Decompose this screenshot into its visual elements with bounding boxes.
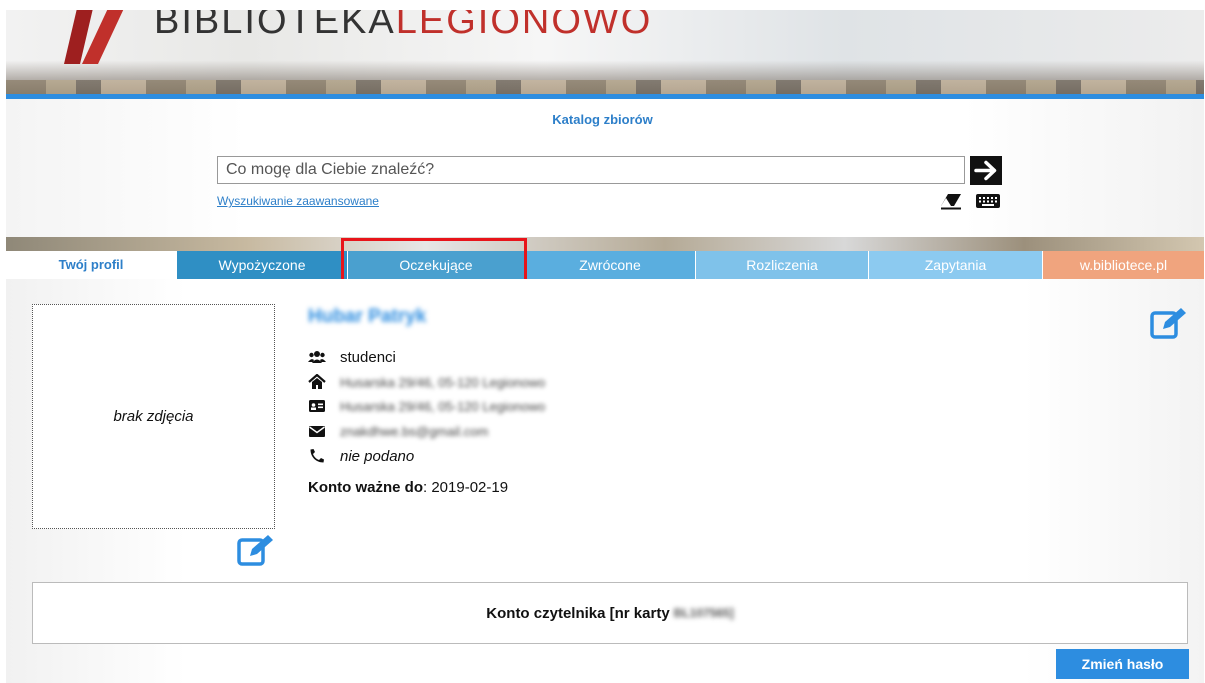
reader-account-box: Konto czytelnika [nr karty BL107565]: [32, 582, 1188, 644]
user-group: studenci: [340, 348, 396, 366]
users-icon: [308, 351, 326, 363]
search-submit-button[interactable]: [970, 156, 1002, 185]
advanced-search-link[interactable]: Wyszukiwanie zaawansowane: [217, 194, 379, 208]
user-phone: nie podano: [340, 447, 415, 465]
arrow-right-icon: [974, 160, 997, 181]
tab-settlements[interactable]: Rozliczenia: [696, 251, 868, 279]
user-email: znakdhwe.bs@gmail.com: [340, 423, 489, 439]
info-row-group: studenci: [308, 347, 396, 367]
header-banner: BIBLIOTEKALEGIONOWO: [6, 10, 1204, 94]
eraser-icon[interactable]: [939, 192, 963, 210]
library-logo-icon: [64, 10, 124, 64]
phone-icon: [310, 449, 324, 463]
envelope-icon: [309, 426, 325, 437]
account-valid-until: Konto ważne do: 2019-02-19: [308, 479, 509, 496]
edit-photo-icon[interactable]: [237, 534, 275, 566]
decorative-strip: [6, 237, 1204, 251]
info-row-address: Husarska 29/46, 05-120 Legionowo: [308, 372, 545, 392]
card-number: BL107565]: [673, 606, 734, 620]
tab-inquiries[interactable]: Zapytania: [869, 251, 1042, 279]
tab-profile[interactable]: Twój profil: [6, 251, 176, 279]
user-name: Hubar Patryk: [308, 306, 427, 327]
tab-pending[interactable]: Oczekujące: [348, 251, 524, 279]
change-password-button[interactable]: Zmień hasło: [1056, 649, 1189, 679]
reader-account-label: Konto czytelnika [nr karty: [486, 604, 670, 622]
id-card-icon: [309, 400, 325, 412]
tab-wbiblioteka[interactable]: w.bibliotece.pl: [1043, 251, 1204, 279]
info-row-phone: nie podano: [308, 446, 414, 466]
library-logo-text: BIBLIOTEKALEGIONOWO: [154, 10, 653, 42]
keyboard-icon[interactable]: [975, 193, 1001, 209]
profile-photo-placeholder: brak zdjęcia: [32, 304, 275, 529]
edit-profile-icon[interactable]: [1150, 307, 1188, 339]
catalog-title: Katalog zbiorów: [552, 112, 653, 127]
search-input[interactable]: [217, 156, 965, 184]
no-photo-label: brak zdjęcia: [113, 408, 194, 425]
user-correspondence-address: Husarska 29/46, 05-120 Legionowo: [340, 398, 546, 414]
profile-tabs: Twój profil Wypożyczone Oczekujące Zwróc…: [6, 251, 1204, 279]
info-row-email: znakdhwe.bs@gmail.com: [308, 421, 488, 441]
tab-borrowed[interactable]: Wypożyczone: [177, 251, 347, 279]
tab-returned[interactable]: Zwrócone: [525, 251, 695, 279]
user-address: Husarska 29/46, 05-120 Legionowo: [340, 374, 546, 390]
home-icon: [308, 374, 326, 389]
info-row-correspondence: Husarska 29/46, 05-120 Legionowo: [308, 396, 545, 416]
